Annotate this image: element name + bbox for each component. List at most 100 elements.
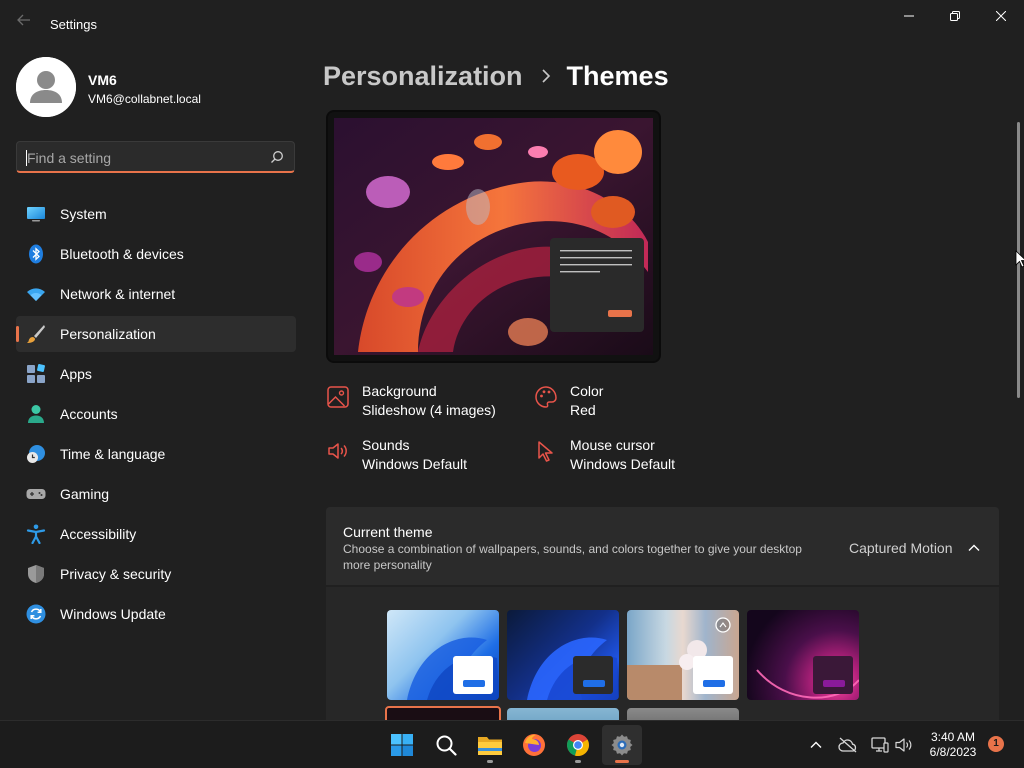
taskbar-file-explorer[interactable] (470, 725, 510, 765)
restore-button[interactable] (932, 0, 978, 32)
chrome-icon (567, 734, 589, 757)
minimize-icon (904, 15, 914, 17)
bluetooth-icon (29, 244, 43, 264)
sounds-setting[interactable]: Sounds Windows Default (326, 437, 526, 477)
taskbar-settings[interactable] (602, 725, 642, 765)
taskbar-firefox[interactable] (514, 725, 554, 765)
clock-date: 6/8/2023 (929, 745, 977, 759)
color-setting[interactable]: Color Red (534, 383, 734, 423)
theme-tile-glow-slideshow[interactable] (627, 610, 739, 700)
sidebar-item-network[interactable]: Network & internet (16, 276, 296, 312)
chevron-up-icon (810, 741, 822, 748)
sidebar-item-time-language[interactable]: Time & language (16, 436, 296, 472)
theme-tile-captured-motion[interactable] (385, 706, 501, 721)
clock-time: 3:40 AM (930, 730, 976, 744)
sidebar-item-label: Accounts (60, 406, 118, 422)
sidebar-item-label: Time & language (60, 446, 166, 462)
active-indicator (615, 760, 629, 763)
network-tray[interactable] (870, 735, 890, 755)
mouse-cursor-setting[interactable]: Mouse cursor Windows Default (534, 437, 734, 477)
sidebar-item-label: Windows Update (60, 606, 166, 622)
app-title: Settings (50, 17, 97, 32)
system-icon (27, 207, 45, 222)
sidebar-item-system[interactable]: System (16, 196, 296, 232)
sidebar-item-bluetooth[interactable]: Bluetooth & devices (16, 236, 296, 272)
show-hidden-icons-button[interactable] (806, 735, 826, 755)
page-title: Themes (566, 60, 669, 91)
wifi-icon (27, 288, 45, 301)
background-value: Slideshow (4 images) (362, 402, 496, 418)
theme-preview (326, 110, 661, 363)
sidebar-item-label: Network & internet (60, 286, 176, 302)
user-email: VM6@collabnet.local (88, 92, 201, 106)
theme-gallery (326, 587, 999, 721)
taskbar-clock[interactable]: 3:40 AM 6/8/2023 (920, 730, 986, 760)
search-input[interactable] (27, 148, 257, 168)
close-button[interactable] (978, 0, 1024, 32)
current-theme-card[interactable]: Current theme Choose a combination of wa… (326, 507, 999, 585)
onedrive-tray[interactable] (838, 735, 858, 755)
speaker-icon (328, 443, 347, 459)
sidebar-item-apps[interactable]: Apps (16, 356, 296, 392)
color-value: Red (570, 402, 596, 418)
background-setting[interactable]: Background Slideshow (4 images) (326, 383, 526, 423)
sidebar-nav: System Bluetooth & devices Network & int… (16, 196, 296, 636)
current-theme-value: Captured Motion (849, 540, 953, 556)
shield-icon (28, 565, 44, 583)
sidebar-item-label: Privacy & security (60, 566, 172, 582)
volume-tray[interactable] (894, 735, 914, 755)
image-icon (327, 386, 349, 408)
text-caret (26, 150, 27, 166)
theme-tile-chip (573, 656, 613, 694)
clock-globe-icon (27, 445, 45, 463)
restore-icon (950, 11, 960, 21)
back-button[interactable] (12, 12, 36, 36)
sidebar-item-gaming[interactable]: Gaming (16, 476, 296, 512)
search-icon[interactable] (270, 150, 284, 164)
background-title: Background (362, 383, 437, 399)
user-name: VM6 (88, 72, 117, 88)
search-box[interactable] (16, 141, 295, 173)
sounds-value: Windows Default (362, 456, 468, 472)
theme-tile-windows-light[interactable] (387, 610, 499, 700)
sidebar-item-personalization[interactable]: Personalization (16, 316, 296, 352)
sidebar-item-label: Accessibility (60, 526, 137, 542)
user-card[interactable]: VM6 VM6@collabnet.local (16, 57, 296, 119)
gamepad-icon (26, 489, 46, 499)
chevron-up-icon[interactable] (967, 541, 981, 555)
title-bar: Settings (0, 0, 1024, 48)
running-indicator (575, 760, 581, 763)
sidebar-item-accounts[interactable]: Accounts (16, 396, 296, 432)
cloud-offline-icon (838, 737, 857, 753)
user-avatar-icon (16, 57, 76, 117)
sidebar-item-windows-update[interactable]: Windows Update (16, 596, 296, 632)
close-icon (996, 11, 1006, 21)
current-theme-description: Choose a combination of wallpapers, soun… (343, 542, 802, 572)
file-explorer-icon (478, 737, 502, 755)
taskbar-chrome[interactable] (558, 725, 598, 765)
theme-tile-glow[interactable] (747, 610, 859, 700)
current-theme-title: Current theme (343, 524, 433, 540)
back-arrow-icon (17, 14, 30, 26)
breadcrumb-parent-link[interactable]: Personalization (323, 61, 523, 92)
minimize-button[interactable] (886, 0, 932, 32)
theme-tile-chip (813, 656, 853, 694)
cursor-icon (538, 441, 553, 462)
palette-icon (535, 386, 557, 408)
chevron-right-icon (541, 69, 550, 83)
wallpaper-preview-image (334, 118, 653, 355)
accessibility-icon (26, 524, 46, 544)
theme-tile-chip (453, 656, 493, 694)
sidebar-item-label: Bluetooth & devices (60, 246, 184, 262)
sidebar-item-privacy-security[interactable]: Privacy & security (16, 556, 296, 592)
mouse-cursor-title: Mouse cursor (570, 437, 655, 453)
theme-tile-windows-dark[interactable] (507, 610, 619, 700)
sidebar-item-accessibility[interactable]: Accessibility (16, 516, 296, 552)
notification-badge[interactable]: 1 (988, 736, 1004, 752)
taskbar-search-button[interactable] (426, 725, 466, 765)
firefox-icon (523, 734, 545, 756)
theme-tile-chip (693, 656, 733, 694)
sounds-title: Sounds (362, 437, 410, 453)
start-button[interactable] (382, 725, 422, 765)
sidebar-item-label: Apps (60, 366, 92, 382)
